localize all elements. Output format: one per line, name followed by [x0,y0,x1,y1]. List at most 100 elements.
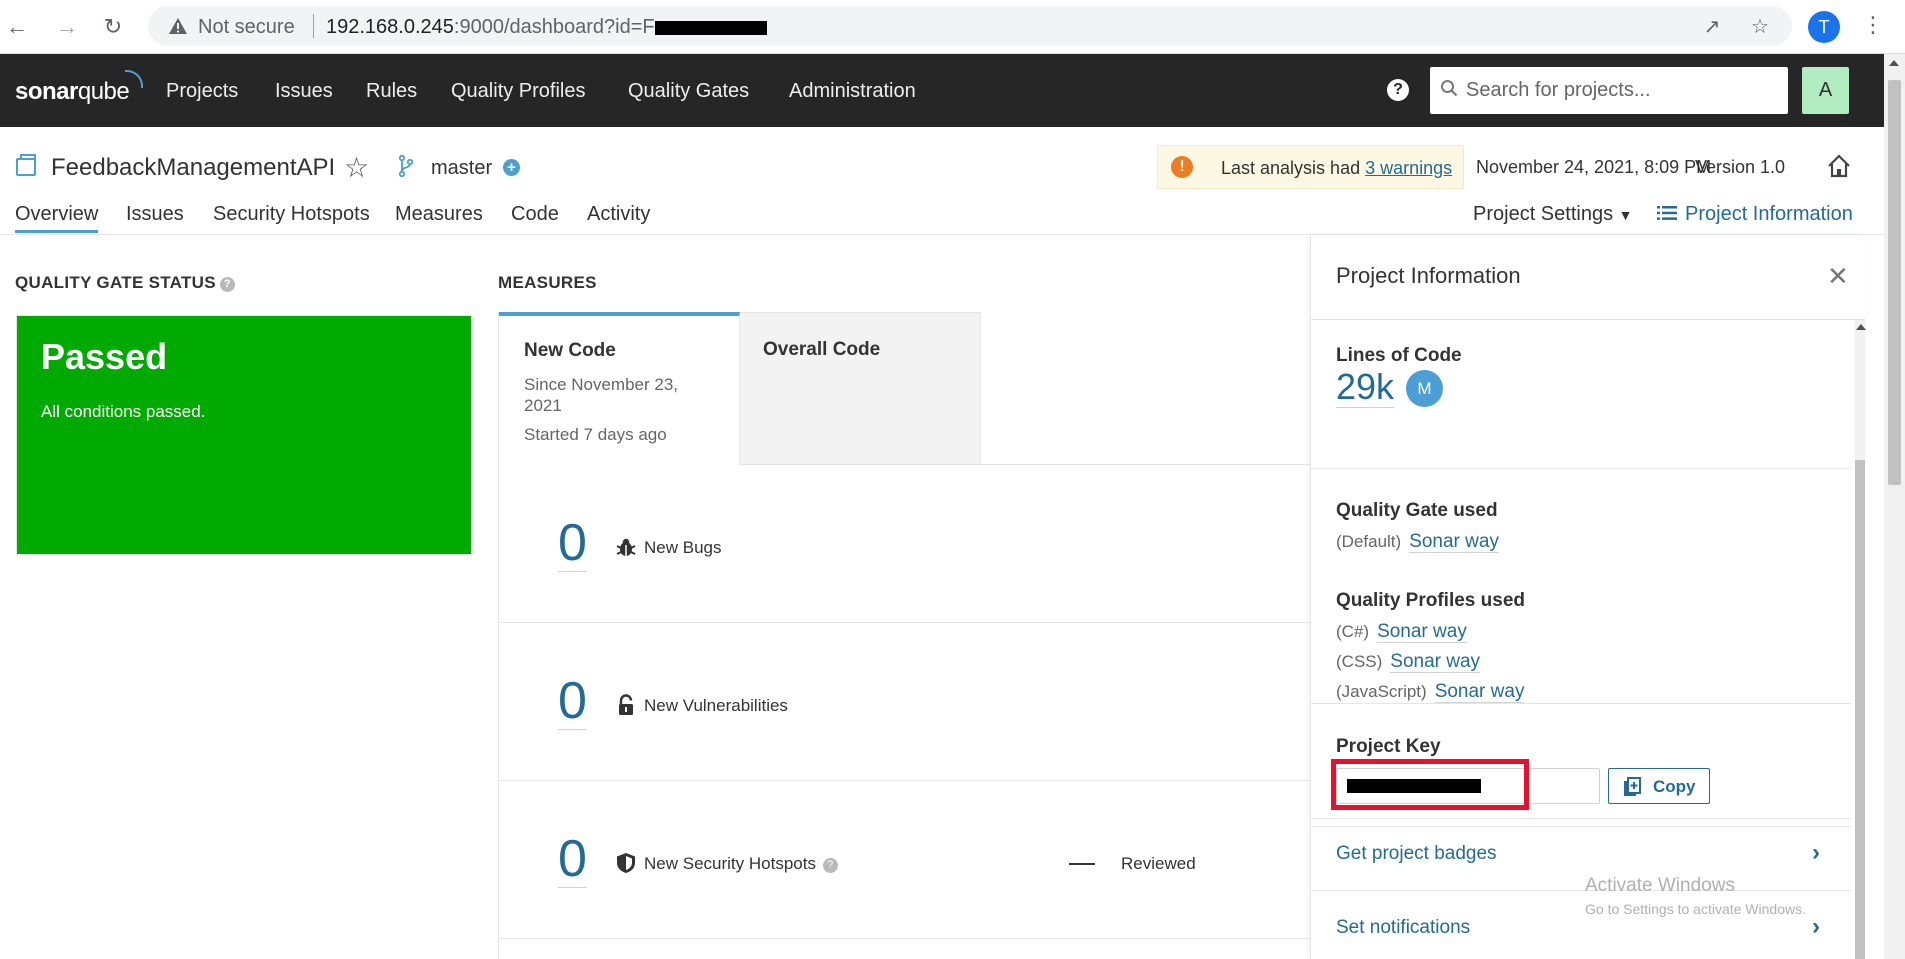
address-separator [313,14,314,38]
back-arrow-icon[interactable]: ← [2,12,32,42]
bookmark-star-icon[interactable]: ☆ [1748,15,1772,39]
profile-link-javascript[interactable]: Sonar way [1434,681,1525,703]
clipboard-icon [1624,777,1641,796]
user-avatar[interactable]: A [1802,67,1849,114]
reviewed-label: Reviewed [1121,854,1196,873]
add-branch-icon[interactable]: + [503,159,520,176]
nav-projects[interactable]: Projects [166,80,238,103]
project-settings-dropdown[interactable]: Project Settings ▼ [1473,203,1633,226]
page-scrollbar-thumb[interactable] [1888,80,1901,485]
copy-button[interactable]: Copy [1608,768,1710,804]
tab-new-code[interactable]: New Code Since November 23, 2021 Started… [499,312,740,465]
overall-code-title: Overall Code [763,339,881,360]
profile-row-csharp: (C#) Sonar way [1336,621,1467,643]
info-panel-title: Project Information [1336,263,1521,288]
project-settings-label: Project Settings [1473,203,1614,225]
nav-quality-gates[interactable]: Quality Gates [628,80,749,103]
set-notifications-link[interactable]: Set notifications [1336,917,1470,939]
tab-measures[interactable]: Measures [395,203,483,226]
measure-row-bugs: 0 New Bugs [499,465,1311,623]
copy-label: Copy [1653,777,1696,796]
project-information-toggle[interactable]: Project Information [1657,203,1853,226]
url-path: :9000/dashboard?id=F [453,16,655,38]
profile-lang: (CSS) [1336,652,1383,671]
quality-gate-default: (Default) [1336,532,1402,551]
profile-link-css[interactable]: Sonar way [1390,651,1481,673]
project-name[interactable]: FeedbackManagementAPI [51,154,335,182]
browser-profile-avatar[interactable]: T [1808,11,1840,43]
forward-arrow-icon[interactable]: → [52,12,82,42]
branch-name[interactable]: master [431,157,492,180]
close-icon[interactable]: ✕ [1827,261,1849,292]
quality-gate-title: QUALITY GATE STATUS [15,273,216,292]
measure-row-vulnerabilities: 0 New Vulnerabilities [499,623,1311,781]
profile-link-csharp[interactable]: Sonar way [1377,621,1467,643]
measures-heading: MEASURES [498,273,597,292]
bug-icon [616,538,636,556]
tab-issues[interactable]: Issues [126,203,184,226]
nav-administration[interactable]: Administration [789,80,916,103]
analysis-warning-banner: ! Last analysis had 3 warnings [1157,145,1464,189]
sonarqube-logo[interactable]: sonarqube [15,70,144,106]
project-key-title: Project Key [1336,736,1441,757]
caret-down-icon: ▼ [1618,207,1633,223]
scroll-up-arrow-icon[interactable] [1856,324,1866,330]
new-code-title: New Code [524,340,616,361]
nav-rules[interactable]: Rules [366,80,417,103]
profile-lang: (C#) [1336,622,1370,641]
new-bugs-label[interactable]: New Bugs [644,538,721,558]
highlight-box [1331,759,1529,810]
profile-row-javascript: (JavaScript) Sonar way [1336,681,1525,703]
share-icon[interactable]: ↗ [1700,15,1724,39]
home-icon[interactable] [1826,153,1852,179]
quality-gate-link[interactable]: Sonar way [1409,531,1499,553]
reload-icon[interactable]: ↻ [98,12,128,42]
new-vulnerabilities-value[interactable]: 0 [558,673,587,730]
tab-activity[interactable]: Activity [587,203,650,226]
logo-bold: sonar [15,78,78,105]
branch-icon [398,155,414,177]
tab-overview[interactable]: Overview [15,203,99,233]
quality-gate-used-row: (Default) Sonar way [1336,531,1499,553]
windows-activation-watermark: Activate Windows Go to Settings to activ… [1585,875,1806,917]
info-panel-scrollbar-thumb[interactable] [1855,460,1865,959]
project-search[interactable] [1430,67,1788,114]
nav-issues[interactable]: Issues [275,80,333,103]
quality-gate-status: Passed [41,336,168,377]
favorite-star-icon[interactable]: ☆ [344,151,369,184]
tab-overall-code[interactable]: Overall Code [740,312,981,465]
measure-row-hotspots: 0 New Security Hotspots ? Reviewed [499,781,1311,939]
search-icon [1441,80,1458,97]
get-project-badges-link[interactable]: Get project badges [1336,843,1497,865]
new-bugs-value[interactable]: 0 [558,515,587,572]
quality-profiles-used-title: Quality Profiles used [1336,590,1525,611]
project-information-label: Project Information [1685,203,1853,225]
browser-menu-icon[interactable]: ⋮ [1862,12,1884,38]
lines-of-code-section: Lines of Code 29k M [1311,321,1851,469]
nav-quality-profiles[interactable]: Quality Profiles [451,80,586,103]
page-scroll-up-arrow-icon[interactable] [1889,60,1899,66]
tab-security-hotspots[interactable]: Security Hotspots [213,203,370,226]
warnings-link[interactable]: 3 warnings [1365,158,1452,178]
hotspots-help-icon[interactable]: ? [822,858,838,873]
new-code-since: Since November 23, 2021 [524,375,679,415]
address-bar[interactable]: Not secure 192.168.0.245:9000/dashboard?… [148,6,1792,46]
profile-lang: (JavaScript) [1336,682,1427,701]
search-input[interactable] [1466,77,1766,103]
shield-icon [617,853,635,873]
help-icon[interactable]: ? [1387,79,1409,101]
logo-rest: qube [77,78,130,105]
lines-of-code-value[interactable]: 29k [1336,367,1395,408]
url-host: 192.168.0.245 [326,16,454,38]
quality-gate-heading: QUALITY GATE STATUS? [15,273,235,293]
tab-code[interactable]: Code [511,203,559,226]
new-hotspots-value[interactable]: 0 [558,831,587,888]
logo-arc-icon [125,70,144,88]
warning-prefix: Last analysis had [1221,158,1366,178]
project-key-section: Project Key Copy [1311,703,1851,827]
quality-gate-used-title: Quality Gate used [1336,500,1498,521]
new-vulnerabilities-label[interactable]: New Vulnerabilities [644,696,788,716]
new-hotspots-label[interactable]: New Security Hotspots ? [644,854,838,874]
project-version: Version 1.0 [1695,157,1786,177]
question-icon[interactable]: ? [219,277,235,292]
